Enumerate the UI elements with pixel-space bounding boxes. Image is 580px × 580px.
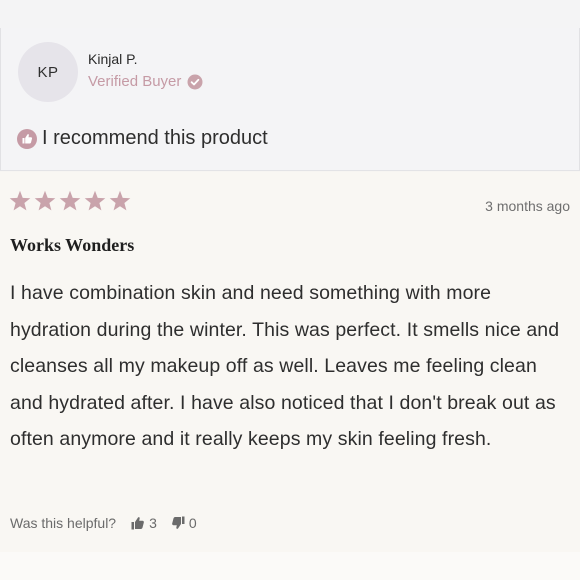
thumbs-up-badge-icon [17, 128, 37, 149]
review-body: 3 months ago Works Wonders I have combin… [0, 172, 580, 552]
star-icon [34, 190, 56, 211]
review-text: I have combination skin and need somethi… [10, 282, 560, 450]
star-rating [8, 189, 132, 213]
star-icon [59, 190, 81, 211]
recommendation-text: I recommend this product [42, 127, 268, 149]
star-icon [84, 190, 106, 211]
checkmark-badge-icon [187, 74, 203, 89]
bottom-strip [0, 552, 580, 580]
recommendation: I recommend this product [17, 127, 268, 150]
upvote-button[interactable]: 3 [130, 515, 157, 531]
review-date: 3 months ago [485, 198, 570, 214]
downvote-button[interactable]: 0 [170, 515, 197, 531]
star-icon [109, 190, 131, 211]
verified-buyer-badge: Verified Buyer [88, 73, 203, 90]
verified-label: Verified Buyer [88, 73, 182, 90]
top-strip [0, 0, 580, 28]
avatar-initials: KP [37, 63, 59, 81]
upvote-count: 3 [149, 515, 157, 531]
reviewer-header: KP Kinjal P. Verified Buyer I recommend … [0, 28, 580, 171]
star-icon [9, 190, 31, 211]
downvote-count: 0 [188, 515, 197, 531]
review-title: Works Wonders [10, 235, 135, 255]
thumbs-down-icon [172, 516, 185, 529]
thumbs-up-icon [131, 517, 144, 530]
avatar: KP [18, 42, 78, 102]
helpful-label: Was this helpful? [10, 515, 117, 531]
helpful-row: Was this helpful? 3 0 [10, 515, 210, 531]
reviewer-name: Kinjal P. [88, 51, 138, 67]
